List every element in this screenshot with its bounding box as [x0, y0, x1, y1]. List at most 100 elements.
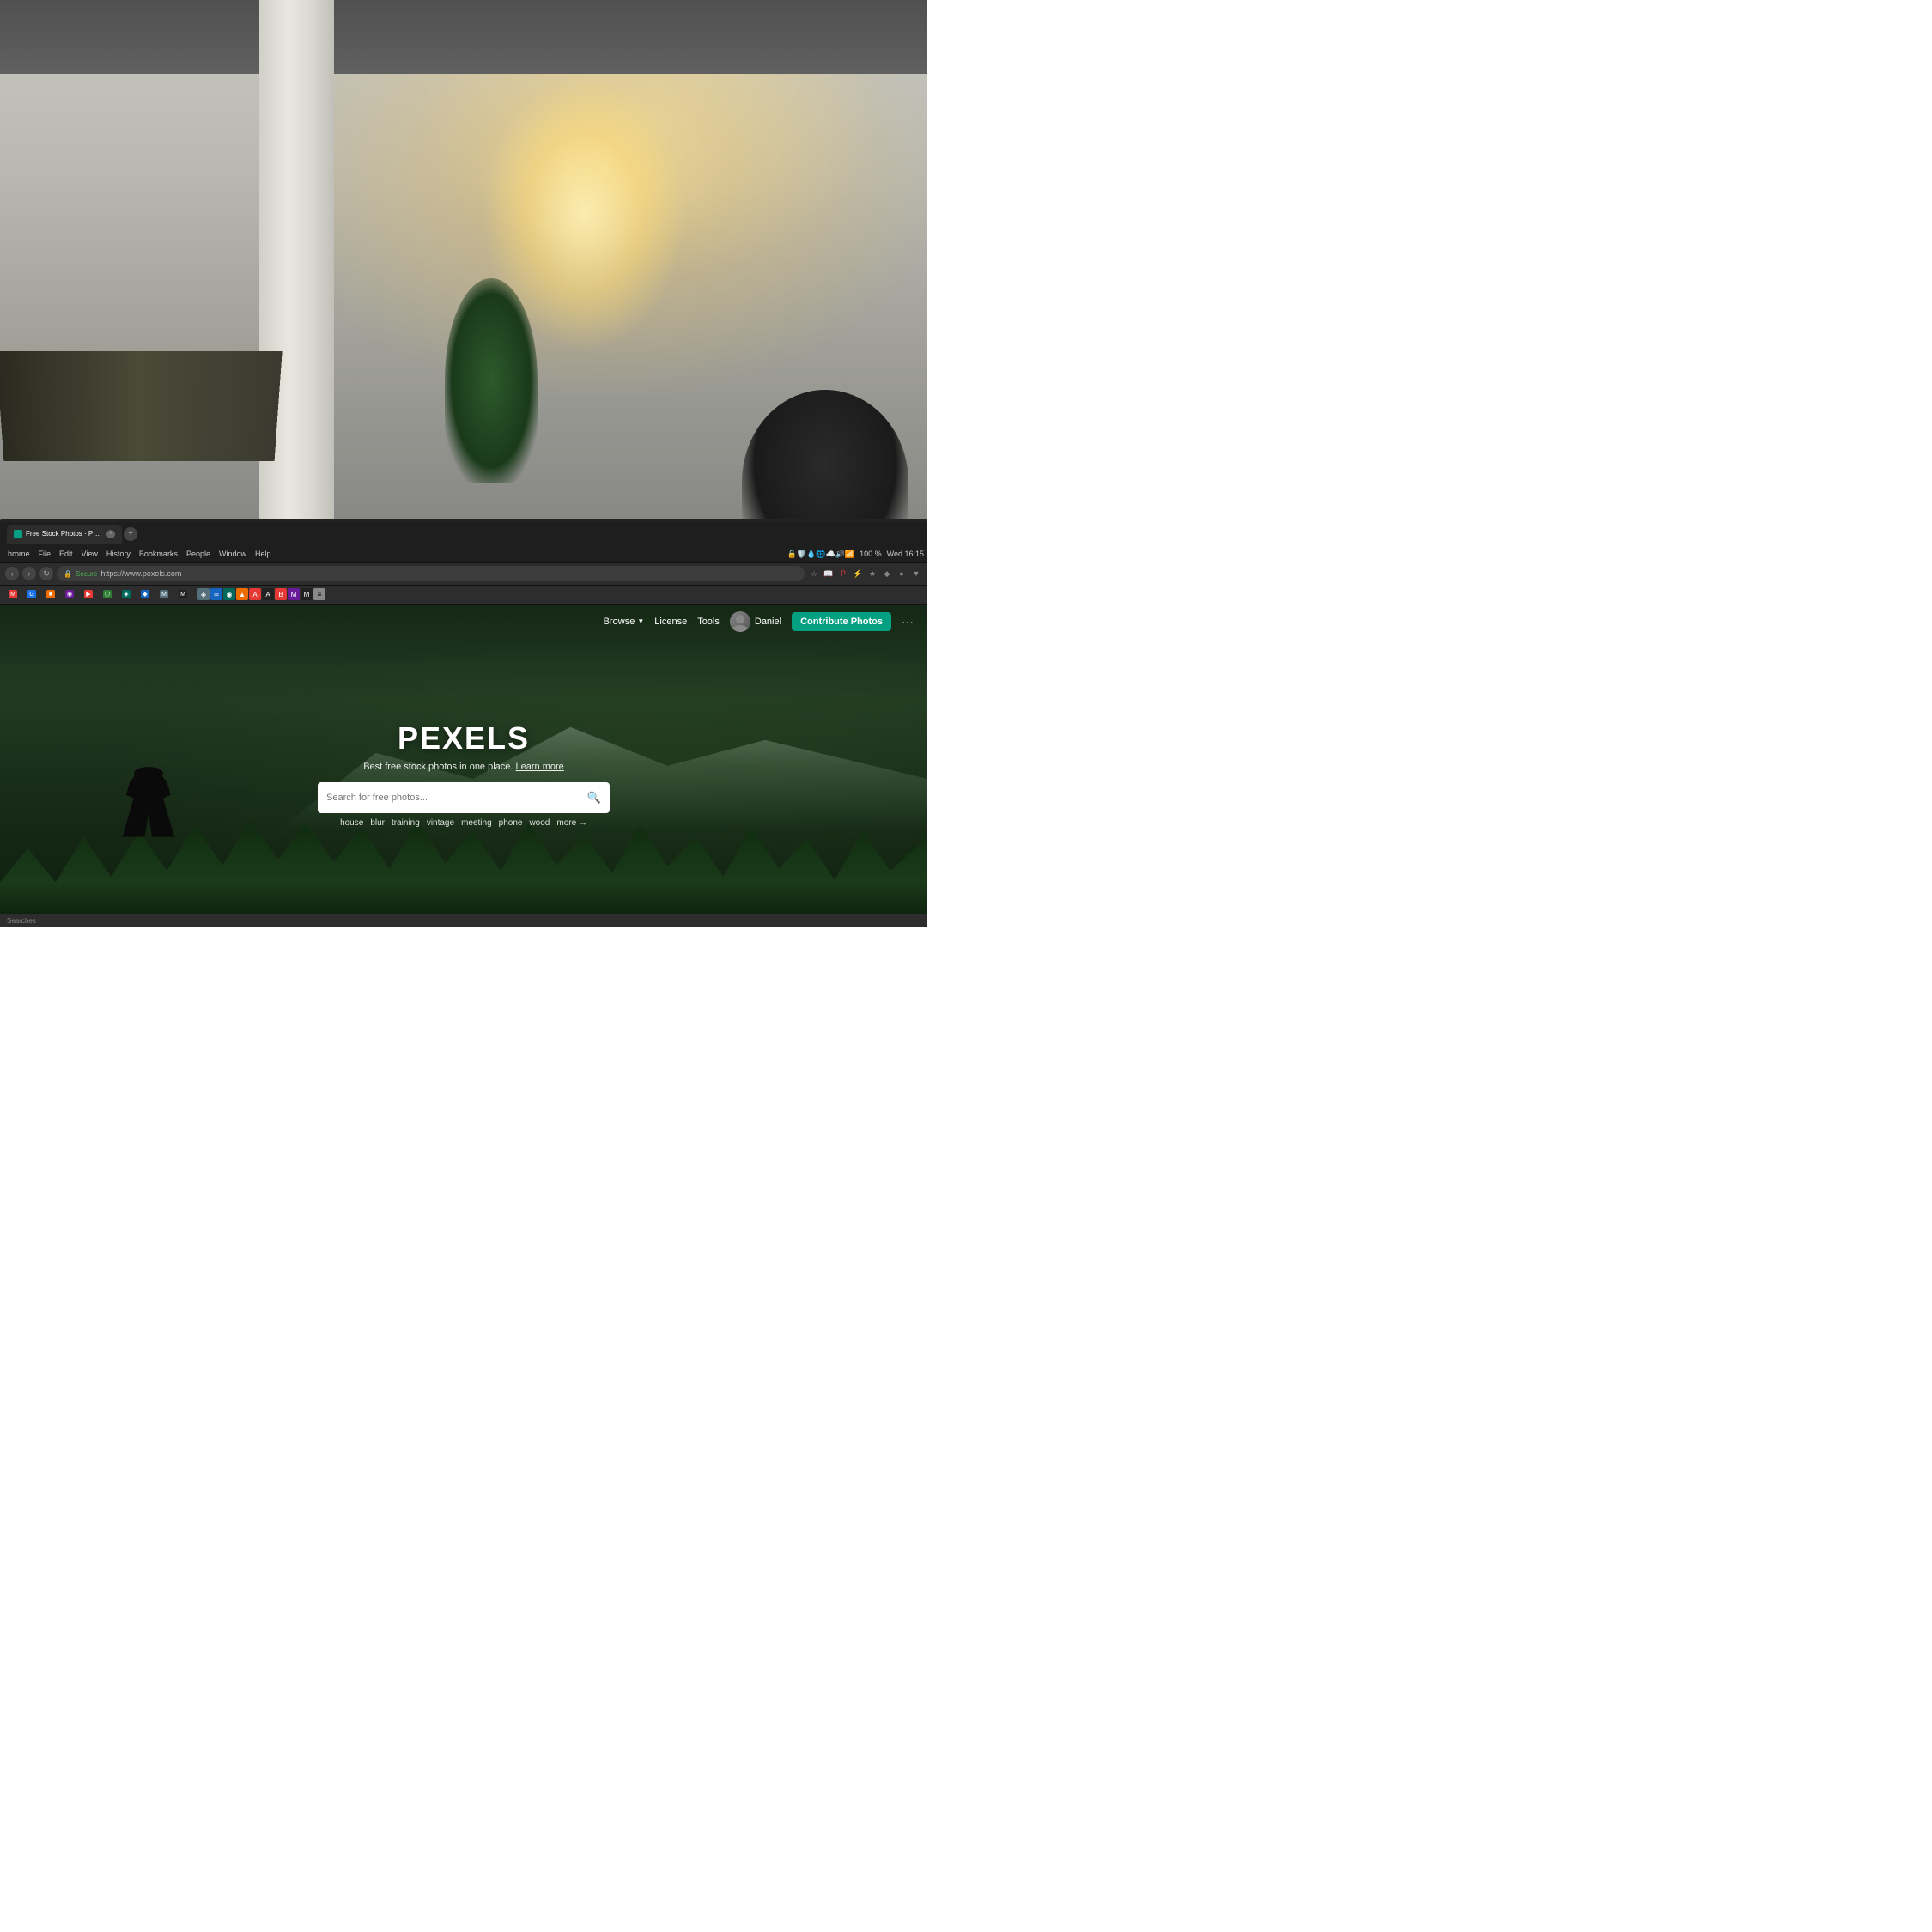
- toolbar-icon-9[interactable]: M: [301, 588, 313, 600]
- tools-nav-item[interactable]: Tools: [697, 617, 720, 627]
- browser-chrome: Free Stock Photos · Pexels × + hrome Fil…: [0, 522, 927, 605]
- person-silhouette: [112, 772, 185, 836]
- menu-edit[interactable]: Edit: [55, 550, 77, 558]
- toolbar-icon-2[interactable]: ∞: [210, 588, 222, 600]
- back-button[interactable]: ‹: [5, 567, 19, 580]
- bookmark-item-9[interactable]: M: [175, 588, 191, 600]
- search-tag-vintage[interactable]: vintage: [427, 818, 454, 828]
- toolbar-icon-5[interactable]: A: [249, 588, 261, 600]
- bookmark-star-icon[interactable]: ☆: [808, 568, 820, 580]
- system-time: Wed 16:15: [887, 550, 924, 558]
- new-tab-button[interactable]: +: [124, 527, 137, 541]
- bookmark-item-1[interactable]: G: [24, 588, 39, 600]
- background-photo: Free Stock Photos · Pexels × + hrome Fil…: [0, 0, 927, 927]
- toolbar-icon-10[interactable]: ≡: [313, 588, 325, 600]
- bookmark-favicon-2: ■: [46, 590, 55, 598]
- bookmark-favicon-4: ▶: [84, 590, 93, 598]
- extension-icon-5[interactable]: ▼: [910, 568, 922, 580]
- menu-people[interactable]: People: [182, 550, 215, 558]
- person-body: [112, 772, 185, 836]
- extension-icon-3[interactable]: ◆: [881, 568, 893, 580]
- search-tag-blur[interactable]: blur: [370, 818, 385, 828]
- search-tag-training[interactable]: training: [392, 818, 420, 828]
- more-options-button[interactable]: ···: [902, 615, 914, 629]
- bookmarks-bar: M G ■ ◉ ▶ ⬡ ◈: [0, 586, 927, 605]
- pexels-tagline: Best free stock photos in one place. Lea…: [363, 762, 564, 772]
- bookmark-favicon-9: M: [179, 590, 187, 598]
- contribute-photos-button[interactable]: Contribute Photos: [792, 612, 891, 631]
- reading-list-icon[interactable]: 📖: [823, 568, 835, 580]
- monitor-frame: Free Stock Photos · Pexels × + hrome Fil…: [0, 519, 927, 927]
- bookmark-favicon-0: M: [9, 590, 17, 598]
- search-bar[interactable]: 🔍: [318, 782, 610, 813]
- search-tag-house[interactable]: house: [340, 818, 363, 828]
- menu-chrome[interactable]: hrome: [3, 550, 34, 558]
- hero-section: Browse ▼ License Tools Daniel: [0, 605, 927, 927]
- menu-bar: hrome File Edit View History Bookmarks P…: [0, 546, 927, 563]
- browser-tab-active[interactable]: Free Stock Photos · Pexels ×: [7, 525, 122, 544]
- bookmark-item-4[interactable]: ▶: [81, 588, 96, 600]
- pexels-navbar: Browse ▼ License Tools Daniel: [0, 605, 927, 639]
- secure-label: Secure: [76, 570, 97, 578]
- address-icons: ☆ 📖 P ⚡ ★ ◆ ● ▼: [808, 568, 922, 580]
- bookmark-favicon-3: ◉: [65, 590, 74, 598]
- bookmark-favicon-7: ◆: [141, 590, 149, 598]
- license-nav-item[interactable]: License: [654, 617, 687, 627]
- search-container: 🔍 house blur training vintage meeting ph…: [318, 782, 610, 828]
- pexels-logo: PEXELS: [398, 720, 530, 756]
- search-tag-meeting[interactable]: meeting: [461, 818, 492, 828]
- browse-nav-item[interactable]: Browse ▼: [604, 617, 645, 627]
- bookmark-item-0[interactable]: M: [5, 588, 21, 600]
- address-input[interactable]: 🔒 Secure https://www.pexels.com: [57, 566, 805, 581]
- ceiling: [0, 0, 927, 74]
- toolbar-icon-8[interactable]: M: [288, 588, 300, 600]
- toolbar-icon-3[interactable]: ◉: [223, 588, 235, 600]
- user-name-label: Daniel: [755, 617, 781, 627]
- user-nav-item[interactable]: Daniel: [730, 611, 781, 632]
- plant: [445, 278, 538, 483]
- tab-bar: Free Stock Photos · Pexels × +: [0, 522, 927, 546]
- toolbar-icon-7[interactable]: B: [275, 588, 287, 600]
- menu-bookmarks[interactable]: Bookmarks: [135, 550, 182, 558]
- bookmark-item-2[interactable]: ■: [43, 588, 58, 600]
- bookmark-favicon-8: M: [160, 590, 168, 598]
- status-bar: Searches: [0, 914, 927, 927]
- toolbar-icon-4[interactable]: ▲: [236, 588, 248, 600]
- pinterest-icon[interactable]: P: [837, 568, 849, 580]
- bookmark-item-8[interactable]: M: [156, 588, 172, 600]
- search-tag-wood[interactable]: wood: [529, 818, 550, 828]
- reload-button[interactable]: ↻: [39, 567, 53, 580]
- bookmark-favicon-6: ◈: [122, 590, 131, 598]
- menu-file[interactable]: File: [34, 550, 56, 558]
- battery-label: 100 %: [860, 550, 882, 558]
- search-tag-more[interactable]: more →: [556, 818, 587, 828]
- website-content: Browse ▼ License Tools Daniel: [0, 605, 927, 927]
- bookmark-favicon-1: G: [27, 590, 36, 598]
- search-tag-phone[interactable]: phone: [499, 818, 523, 828]
- menu-history[interactable]: History: [102, 550, 135, 558]
- forward-button[interactable]: ›: [22, 567, 36, 580]
- desk-area: [0, 352, 283, 462]
- search-input[interactable]: [326, 793, 580, 803]
- bookmark-item-6[interactable]: ◈: [118, 588, 134, 600]
- extension-icon-1[interactable]: ⚡: [852, 568, 864, 580]
- hero-content: PEXELS Best free stock photos in one pla…: [318, 703, 610, 828]
- extension-icon-2[interactable]: ★: [866, 568, 878, 580]
- bookmark-item-7[interactable]: ◆: [137, 588, 153, 600]
- extension-icon-4[interactable]: ●: [896, 568, 908, 580]
- learn-more-link[interactable]: Learn more: [516, 762, 564, 772]
- secure-icon: 🔒: [64, 570, 72, 578]
- tab-close-button[interactable]: ×: [106, 530, 115, 538]
- search-tags: house blur training vintage meeting phon…: [318, 818, 610, 828]
- bookmark-item-3[interactable]: ◉: [62, 588, 77, 600]
- bookmark-item-5[interactable]: ⬡: [100, 588, 115, 600]
- menu-help[interactable]: Help: [251, 550, 276, 558]
- system-info: 🔒🛡️💧🌐☁️🔊📶 100 % Wed 16:15: [787, 550, 924, 559]
- menu-window[interactable]: Window: [215, 550, 251, 558]
- search-icon: 🔍: [587, 791, 601, 805]
- address-bar-row: ‹ › ↻ 🔒 Secure https://www.pexels.com ☆ …: [0, 563, 927, 586]
- toolbar-icon-6[interactable]: A: [262, 588, 274, 600]
- tab-favicon: [14, 530, 22, 538]
- menu-view[interactable]: View: [77, 550, 102, 558]
- toolbar-icon-1[interactable]: ◈: [197, 588, 210, 600]
